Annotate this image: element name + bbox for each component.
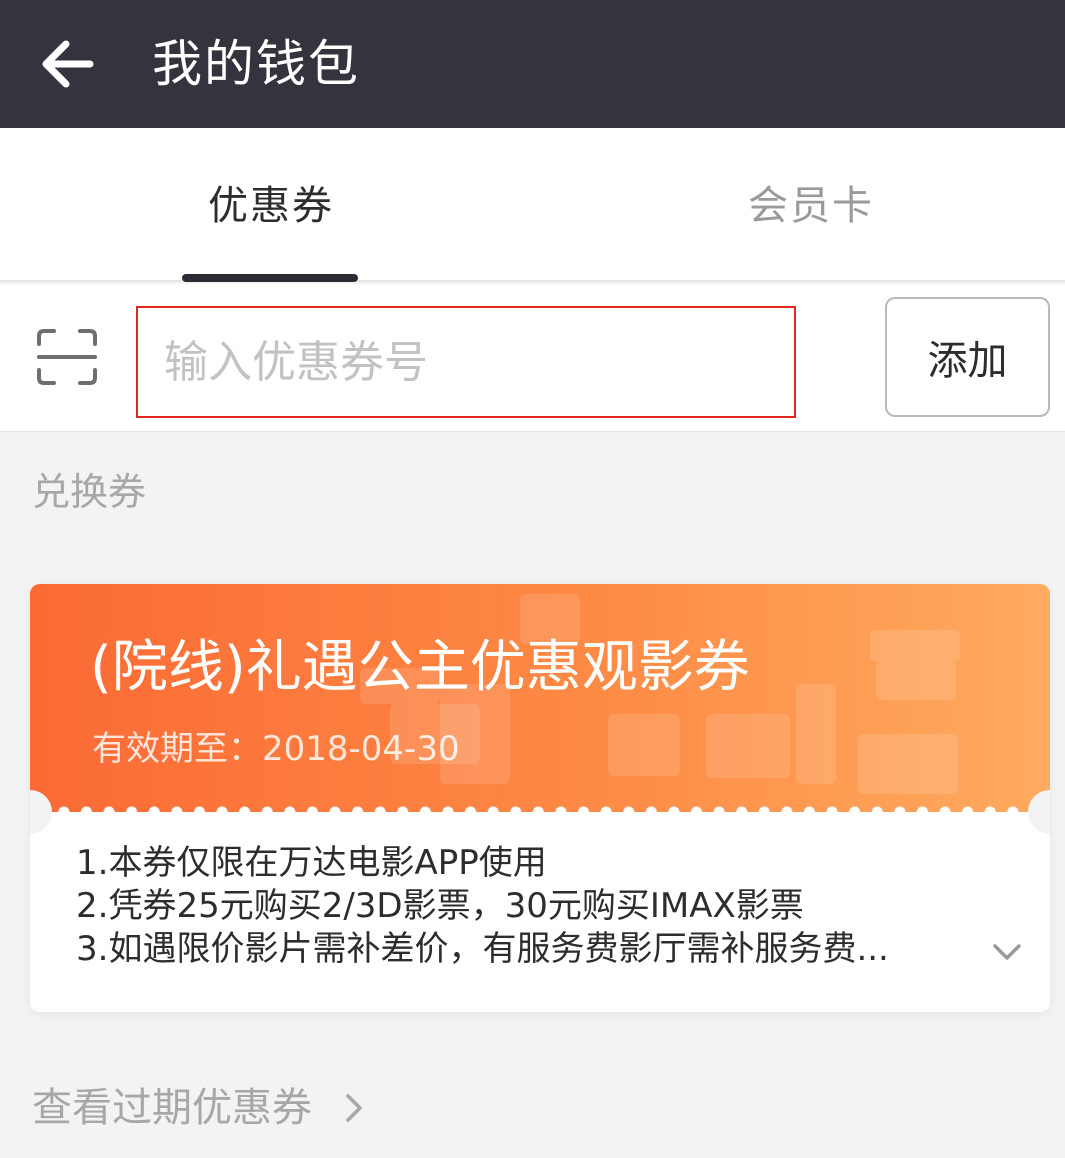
- coupon-code-input[interactable]: [136, 306, 796, 418]
- app-header: 我的钱包: [0, 0, 1065, 128]
- background-decoration: [796, 684, 836, 784]
- expired-link-label: 查看过期优惠券: [32, 1085, 312, 1131]
- background-decoration: [706, 714, 790, 778]
- coupon-expiry: 有效期至：2018-04-30: [92, 729, 460, 769]
- page-title: 我的钱包: [152, 35, 360, 93]
- active-tab-indicator: [182, 274, 358, 282]
- tab-coupons[interactable]: 优惠券: [208, 178, 334, 234]
- coupon-name: (院线)礼遇公主优惠观影券: [90, 635, 750, 700]
- background-decoration: [858, 734, 958, 794]
- tab-member-cards[interactable]: 会员卡: [748, 178, 874, 234]
- section-title: 兑换券: [32, 470, 147, 514]
- rule-item: 2.凭券25元购买2/3D影票，30元购买IMAX影票: [76, 886, 804, 926]
- coupon-input-row: 添加: [0, 284, 1065, 432]
- scan-icon[interactable]: [36, 328, 98, 386]
- chevron-down-icon[interactable]: [990, 940, 1024, 964]
- background-decoration: [608, 714, 680, 776]
- chevron-right-icon: [346, 1094, 362, 1122]
- arrow-left-icon[interactable]: [38, 36, 98, 92]
- coupon-card[interactable]: (院线)礼遇公主优惠观影券 有效期至：2018-04-30 1.本券仅限在万达电…: [30, 584, 1050, 1012]
- background-decoration: [876, 662, 956, 700]
- background-decoration: [870, 630, 960, 662]
- rule-item: 1.本券仅限在万达电影APP使用: [76, 843, 547, 883]
- perforation-divider: [30, 800, 1050, 824]
- coupon-rules: 1.本券仅限在万达电影APP使用 2.凭券25元购买2/3D影票，30元购买IM…: [76, 842, 889, 971]
- view-expired-coupons-link[interactable]: 查看过期优惠券: [32, 1080, 366, 1136]
- tab-bar: 优惠券 会员卡: [0, 128, 1065, 282]
- rule-item: 3.如遇限价影片需补差价，有服务费影厅需补服务费...: [76, 929, 889, 969]
- coupon-header: (院线)礼遇公主优惠观影券 有效期至：2018-04-30: [30, 584, 1050, 812]
- add-coupon-button[interactable]: 添加: [885, 297, 1050, 417]
